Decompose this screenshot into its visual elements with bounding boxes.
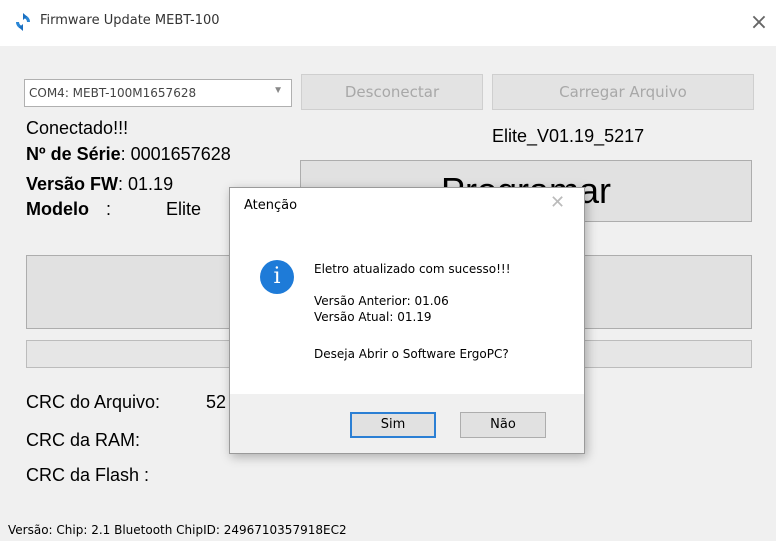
file-name: Elite_V01.19_5217 [492,126,645,146]
model-label: Modelo [26,199,89,219]
load-file-button[interactable]: Carregar Arquivo [492,74,754,110]
status-bar: Versão: Chip: 2.1 Bluetooth ChipID: 2496… [0,519,776,541]
firmware-version-row: Versão FW: 01.19 [26,174,173,195]
fw-value: : 01.19 [118,174,174,194]
close-window-icon[interactable]: × [744,8,774,38]
info-icon: i [260,260,294,294]
model-colon: : [106,199,112,219]
fw-label: Versão FW [26,174,119,194]
message-dialog: Atenção ✕ i Eletro atualizado com sucess… [229,187,585,454]
app-refresh-icon [16,13,30,31]
yes-button[interactable]: Sim [350,412,436,438]
crc-file-value: 52 [206,392,227,412]
no-button[interactable]: Não [460,412,546,438]
serial-number-row: Nº de Série: 0001657628 [26,144,231,165]
window-title: Firmware Update MEBT-100 [40,13,220,28]
dialog-message: Eletro atualizado com sucesso!!! [314,262,511,276]
serial-label: Nº de Série [26,144,121,164]
dialog-close-icon[interactable]: ✕ [550,192,565,213]
serial-value: : 0001657628 [120,144,231,164]
dialog-current-version: Versão Atual: 01.19 [314,310,432,324]
crc-flash-label: CRC da Flash : [26,465,150,485]
disconnect-button[interactable]: Desconectar [301,74,483,110]
title-bar: Firmware Update MEBT-100 × [0,0,776,46]
port-select-value: COM4: MEBT-100M1657628 [29,86,197,100]
dialog-title: Atenção [244,198,298,213]
port-select[interactable]: COM4: MEBT-100M1657628 ▼ [24,79,292,107]
crc-ram-label: CRC da RAM: [26,430,141,450]
dialog-footer: Sim Não [230,394,584,453]
dialog-previous-version: Versão Anterior: 01.06 [314,294,449,308]
crc-file-label: CRC do Arquivo: [26,392,161,412]
status-bar-text: Versão: Chip: 2.1 Bluetooth ChipID: 2496… [8,523,347,537]
model-value: Elite [166,199,202,219]
dialog-question: Deseja Abrir o Software ErgoPC? [314,347,509,361]
chevron-down-icon[interactable]: ▼ [273,85,283,96]
connection-status: Conectado!!! [26,118,129,138]
